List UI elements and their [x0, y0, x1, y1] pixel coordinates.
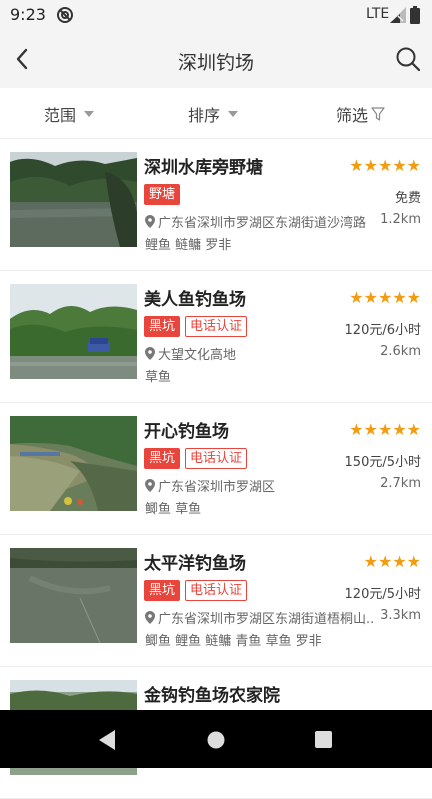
tag-group: 黑坑 电话认证 [144, 580, 252, 601]
tag-group: 黑坑 电话认证 [144, 448, 252, 469]
filter-range[interactable]: 范围 [44, 102, 95, 126]
fish-species: 鲫鱼 草鱼 [145, 502, 202, 517]
spot-thumbnail [10, 152, 137, 247]
signal-icon [390, 7, 406, 23]
status-bar: 9:23 LTE [0, 0, 432, 30]
network-type: LTE [366, 6, 390, 22]
address-text: 广东省深圳市罗湖区 [158, 480, 276, 495]
spot-name: 太平洋钓鱼场 [144, 554, 246, 574]
caret-down-icon [84, 111, 95, 117]
page-title: 深圳钓场 [177, 52, 254, 74]
address: 广东省深圳市罗湖区 [145, 476, 375, 495]
spot-name: 深圳水库旁野塘 [144, 158, 263, 178]
distance: 2.7km [380, 476, 421, 491]
status-time: 9:23 [10, 5, 46, 24]
verify-tag: 电话认证 [185, 580, 248, 601]
type-tag: 黑坑 [144, 448, 181, 469]
filter-more-label: 筛选 [336, 106, 369, 125]
rating-stars: ★★★★★ [349, 156, 421, 175]
type-tag: 野塘 [144, 184, 181, 205]
caret-down-icon [228, 111, 239, 117]
address-text: 大望文化高地 [158, 348, 237, 363]
square-recent-icon[interactable] [315, 731, 332, 748]
location-pin-icon [145, 347, 155, 360]
spot-name: 美人鱼钓鱼场 [144, 290, 246, 310]
list-item[interactable]: 美人鱼钓鱼场 ★★★★★ 黑坑 电话认证 120元/6小时 大望文化高地 2.6… [0, 271, 432, 403]
dnd-icon [57, 7, 73, 23]
list-item[interactable]: 太平洋钓鱼场 ★★★★ 黑坑 电话认证 120元/5小时 广东省深圳市罗湖区东湖… [0, 535, 432, 667]
rating-stars: ★★★★★ [349, 288, 421, 307]
type-tag: 黑坑 [144, 580, 181, 601]
app-header: 深圳钓场 [0, 30, 432, 88]
spot-thumbnail [10, 548, 137, 643]
price: 免费 [394, 191, 421, 206]
filter-sort-label: 排序 [188, 106, 221, 125]
spot-name: 开心钓鱼场 [144, 422, 229, 442]
price: 150元/5小时 [344, 455, 421, 470]
address-text: 广东省深圳市罗湖区东湖街道沙湾路 [158, 216, 367, 231]
tag-group: 黑坑 电话认证 [144, 316, 252, 337]
rating-stars: ★★★★★ [349, 420, 421, 439]
spot-name: 金钩钓鱼场农家院 [144, 686, 280, 706]
address: 广东省深圳市罗湖区东湖街道沙湾路 [145, 212, 375, 231]
search-icon[interactable] [394, 45, 422, 73]
spot-thumbnail [10, 416, 137, 511]
location-pin-icon [145, 611, 155, 624]
address: 大望文化高地 [145, 344, 375, 363]
price: 120元/6小时 [344, 323, 421, 338]
battery-icon [410, 6, 420, 24]
tag-group: 野塘 [144, 184, 185, 205]
location-pin-icon [145, 479, 155, 492]
spot-thumbnail [10, 284, 137, 379]
distance: 3.3km [380, 608, 421, 623]
funnel-icon [371, 107, 385, 121]
list-item[interactable]: 深圳水库旁野塘 ★★★★★ 野塘 免费 广东省深圳市罗湖区东湖街道沙湾路 1.2… [0, 139, 432, 271]
list-item[interactable]: 开心钓鱼场 ★★★★★ 黑坑 电话认证 150元/5小时 广东省深圳市罗湖区 2… [0, 403, 432, 535]
fish-species: 草鱼 [145, 370, 172, 385]
price: 120元/5小时 [344, 587, 421, 602]
address-text: 广东省深圳市罗湖区东湖街道梧桐山... [158, 612, 375, 627]
filter-sort[interactable]: 排序 [188, 102, 239, 126]
fish-species: 鲫鱼 鲤鱼 鲢鳙 青鱼 草鱼 罗非 [145, 634, 322, 649]
triangle-back-icon[interactable] [97, 729, 117, 751]
system-nav-bar [0, 710, 432, 768]
filter-range-label: 范围 [44, 106, 77, 125]
fish-species: 鲤鱼 鲢鳙 罗非 [145, 238, 232, 253]
rating-stars: ★★★★ [363, 552, 421, 571]
type-tag: 黑坑 [144, 316, 181, 337]
verify-tag: 电话认证 [185, 316, 248, 337]
filter-more[interactable]: 筛选 [336, 102, 385, 126]
distance: 2.6km [380, 344, 421, 359]
verify-tag: 电话认证 [185, 448, 248, 469]
location-pin-icon [145, 215, 155, 228]
filter-bar: 范围 排序 筛选 [0, 88, 432, 139]
distance: 1.2km [380, 212, 421, 227]
circle-home-icon[interactable] [207, 731, 225, 749]
address: 广东省深圳市罗湖区东湖街道梧桐山... [145, 608, 375, 627]
